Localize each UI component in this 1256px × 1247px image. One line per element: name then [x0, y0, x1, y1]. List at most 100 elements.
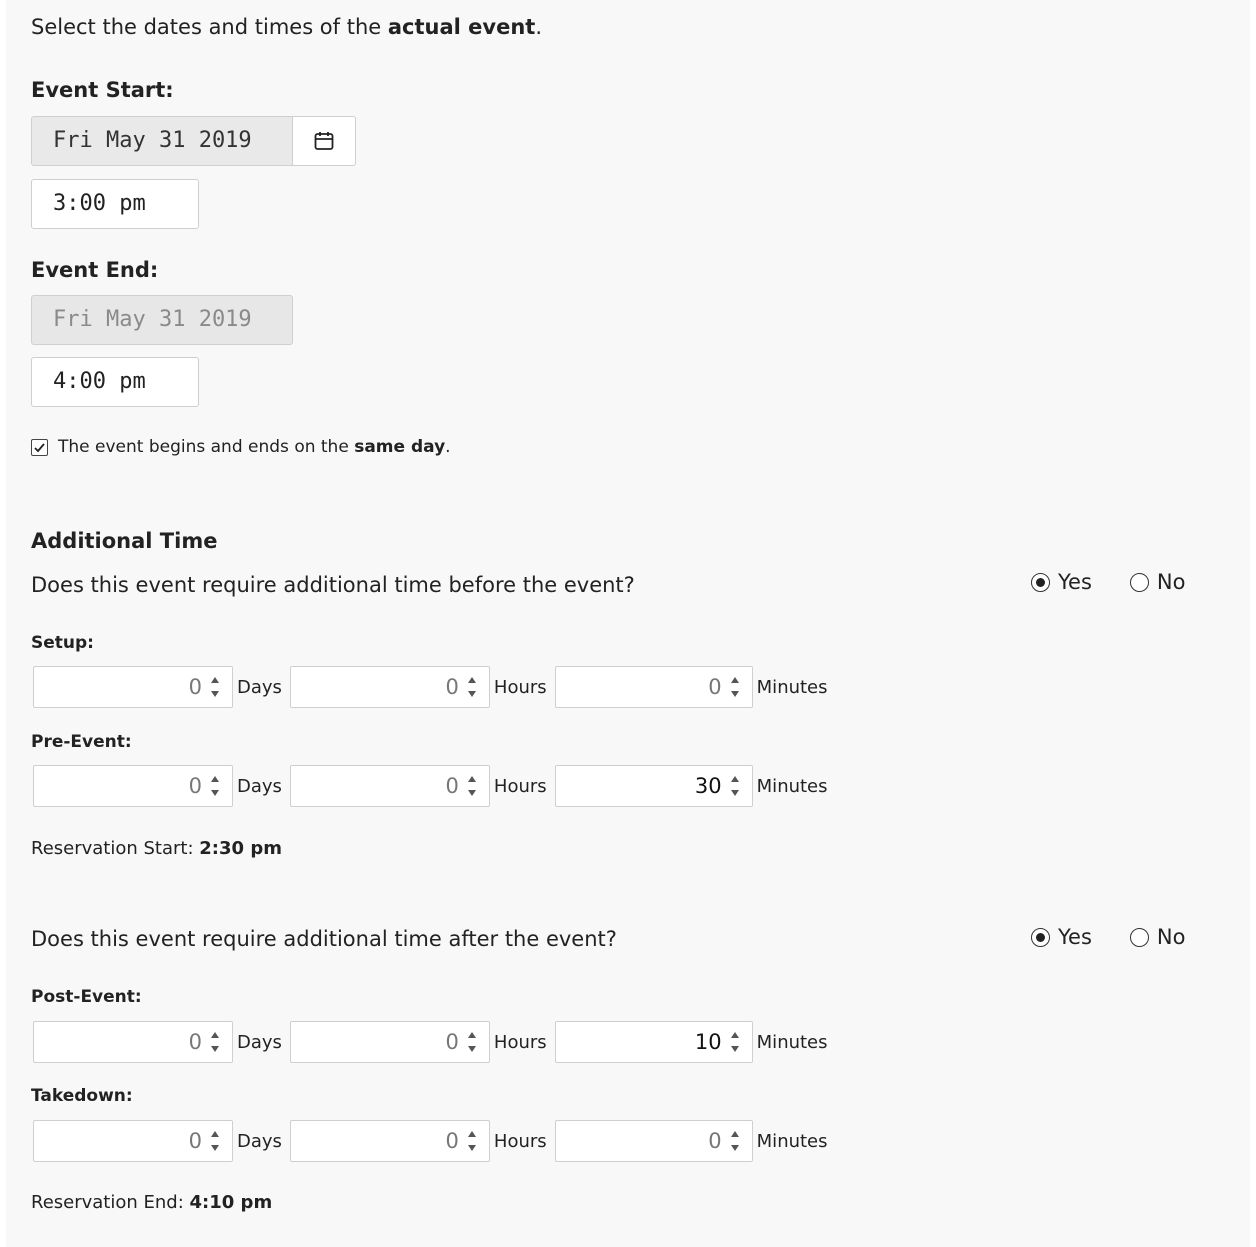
takedown-minutes-value: 0 [708, 1129, 722, 1153]
spinner-arrows-icon [730, 776, 739, 796]
post-event-days-input[interactable]: 0 [33, 1021, 233, 1063]
setup-hours-input[interactable]: 0 [289, 666, 490, 708]
post-event-hours-input[interactable]: 0 [289, 1021, 490, 1063]
post-event-days-value: 0 [188, 1030, 202, 1054]
pre-event-days-input[interactable]: 0 [33, 765, 233, 807]
post-event-hours-stepper[interactable] [461, 1025, 483, 1059]
same-day-checkbox[interactable] [31, 438, 48, 456]
pre-event-minutes-unit: Minutes [756, 775, 828, 797]
setup-hours-unit: Hours [493, 676, 547, 698]
spinner-arrows-icon [730, 1032, 739, 1052]
setup-days-stepper[interactable] [204, 670, 226, 704]
intro-text: Select the dates and times of the actual… [31, 15, 542, 39]
after-radio-group: Yes No [1031, 925, 1185, 949]
same-day-suffix: . [445, 437, 451, 457]
takedown-hours-input[interactable]: 0 [289, 1120, 490, 1162]
spinner-arrows-icon [730, 677, 739, 697]
pre-event-row: 0 Days 0 Hours 30 Minutes [33, 765, 836, 807]
post-event-days-stepper[interactable] [204, 1025, 226, 1059]
takedown-days-stepper[interactable] [204, 1124, 226, 1158]
event-end-label: Event End: [31, 258, 159, 282]
takedown-minutes-stepper[interactable] [724, 1124, 746, 1158]
post-event-minutes-stepper[interactable] [724, 1025, 746, 1059]
post-event-minutes-input[interactable]: 10 [554, 1021, 753, 1063]
same-day-text: The event begins and ends on the same da… [58, 437, 451, 457]
post-event-hours-value: 0 [445, 1030, 459, 1054]
before-no-radio[interactable] [1129, 572, 1149, 592]
spinner-arrows-icon [211, 776, 219, 796]
after-yes-label[interactable]: Yes [1058, 925, 1092, 949]
event-start-label: Event Start: [31, 78, 174, 102]
pre-event-hours-unit: Hours [493, 775, 547, 797]
setup-days-input[interactable]: 0 [33, 666, 233, 708]
takedown-minutes-unit: Minutes [756, 1130, 828, 1152]
before-radio-group: Yes No [1031, 570, 1185, 594]
after-yes-radio[interactable] [1031, 927, 1050, 947]
setup-minutes-stepper[interactable] [724, 670, 746, 704]
checkmark-icon [34, 442, 45, 452]
before-question: Does this event require additional time … [31, 573, 635, 597]
spinner-arrows-icon [467, 1131, 476, 1151]
pre-event-minutes-input[interactable]: 30 [554, 765, 753, 807]
after-no-label[interactable]: No [1157, 925, 1186, 949]
takedown-minutes-input[interactable]: 0 [554, 1120, 753, 1162]
spinner-arrows-icon [467, 1032, 476, 1052]
intro-prefix: Select the dates and times of the [31, 15, 388, 39]
takedown-days-unit: Days [237, 1130, 282, 1152]
spinner-arrows-icon [730, 1131, 739, 1151]
event-end-date-input: Fri May 31 2019 [31, 295, 293, 345]
spinner-arrows-icon [211, 1131, 219, 1151]
pre-event-hours-input[interactable]: 0 [289, 765, 490, 807]
pre-event-minutes-stepper[interactable] [724, 769, 746, 803]
post-event-label: Post-Event: [31, 987, 142, 1007]
pre-event-hours-value: 0 [445, 774, 459, 798]
reservation-end-value: 4:10 pm [189, 1192, 273, 1213]
pre-event-days-value: 0 [188, 774, 202, 798]
after-no-radio[interactable] [1129, 927, 1149, 947]
post-event-row: 0 Days 0 Hours 10 Minutes [33, 1021, 836, 1063]
spinner-arrows-icon [467, 776, 476, 796]
calendar-icon [314, 132, 334, 150]
spinner-arrows-icon [211, 1032, 219, 1052]
before-yes-radio[interactable] [1031, 572, 1050, 592]
reservation-start-line: Reservation Start: 2:30 pm [31, 838, 282, 859]
setup-minutes-value: 0 [708, 675, 722, 699]
post-event-days-unit: Days [237, 1031, 282, 1053]
event-start-date-input[interactable]: Fri May 31 2019 [31, 116, 293, 166]
reservation-start-prefix: Reservation Start: [31, 838, 200, 859]
setup-days-unit: Days [237, 676, 282, 698]
takedown-days-input[interactable]: 0 [33, 1120, 233, 1162]
same-day-bold: same day [354, 437, 446, 457]
event-start-calendar-button[interactable] [293, 116, 356, 166]
pre-event-hours-stepper[interactable] [461, 769, 483, 803]
spinner-arrows-icon [211, 677, 219, 697]
post-event-minutes-value: 10 [694, 1030, 722, 1054]
radio-selected-dot [1036, 932, 1045, 942]
reservation-start-value: 2:30 pm [199, 838, 282, 859]
takedown-days-value: 0 [188, 1129, 202, 1153]
same-day-prefix: The event begins and ends on the [58, 437, 355, 457]
event-start-time-input[interactable]: 3:00 pm [31, 179, 199, 229]
takedown-label: Takedown: [31, 1086, 133, 1106]
same-day-row[interactable]: The event begins and ends on the same da… [31, 437, 451, 457]
takedown-hours-unit: Hours [493, 1130, 547, 1152]
radio-selected-dot [1036, 577, 1045, 587]
setup-minutes-input[interactable]: 0 [554, 666, 753, 708]
pre-event-days-stepper[interactable] [204, 769, 226, 803]
setup-row: 0 Days 0 Hours 0 Minutes [33, 666, 836, 708]
pre-event-label: Pre-Event: [31, 732, 132, 752]
setup-hours-value: 0 [445, 675, 459, 699]
post-event-minutes-unit: Minutes [756, 1031, 828, 1053]
takedown-hours-stepper[interactable] [461, 1124, 483, 1158]
reservation-end-prefix: Reservation End: [31, 1192, 190, 1213]
additional-time-title: Additional Time [31, 529, 218, 553]
before-no-label[interactable]: No [1157, 570, 1186, 594]
setup-hours-stepper[interactable] [461, 670, 483, 704]
before-yes-label[interactable]: Yes [1058, 570, 1092, 594]
event-end-time-input[interactable]: 4:00 pm [31, 357, 199, 407]
reservation-end-line: Reservation End: 4:10 pm [31, 1192, 272, 1213]
intro-suffix: . [535, 15, 543, 39]
takedown-row: 0 Days 0 Hours 0 Minutes [33, 1120, 836, 1162]
takedown-hours-value: 0 [445, 1129, 459, 1153]
intro-bold: actual event [387, 15, 536, 39]
